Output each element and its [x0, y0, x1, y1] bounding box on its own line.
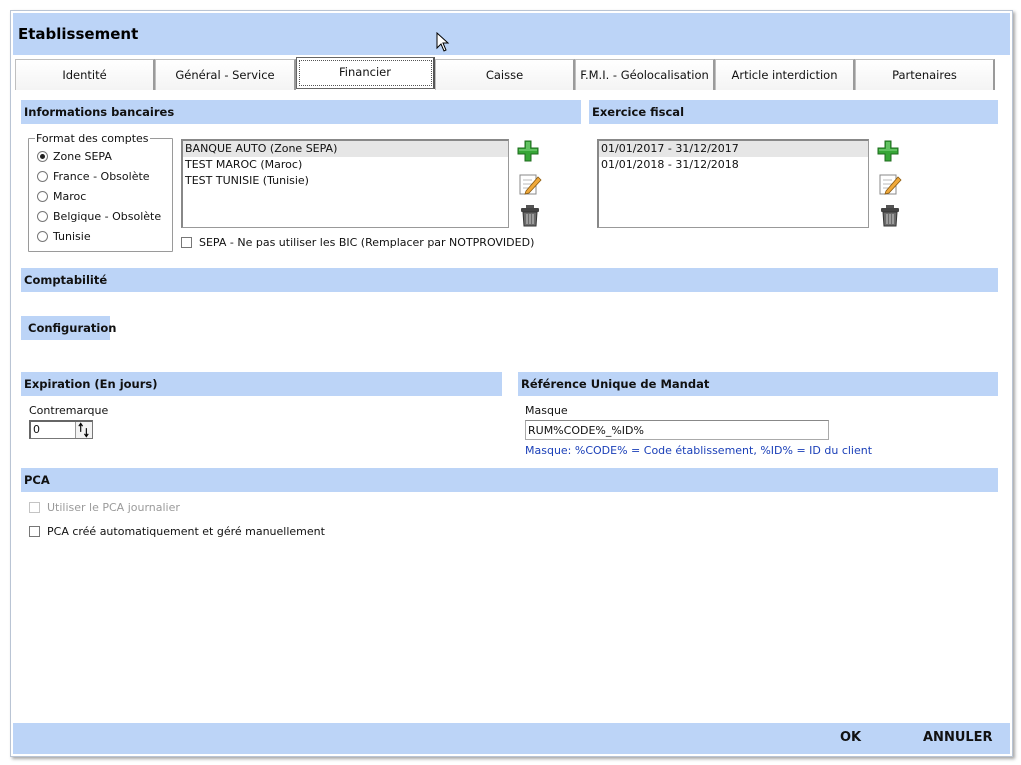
- edit-bank-account-icon[interactable]: [517, 171, 543, 197]
- radio-icon: [37, 191, 48, 202]
- format-label: France - Obsolète: [53, 170, 150, 183]
- expiration-section-header: Expiration (En jours): [21, 372, 502, 396]
- configuration-button[interactable]: Configuration: [21, 316, 116, 340]
- account-format-legend: Format des comptes: [35, 132, 150, 145]
- title-bar: Etablissement: [13, 13, 1010, 55]
- format-radio-france[interactable]: France - Obsolète: [37, 169, 150, 185]
- edit-fiscal-period-icon[interactable]: [877, 171, 903, 197]
- ok-button[interactable]: OK: [840, 730, 861, 745]
- mouse-cursor-icon: [436, 32, 450, 52]
- checkbox-icon: [181, 237, 192, 248]
- contremarque-spinner[interactable]: 0: [29, 420, 93, 439]
- tab-identite[interactable]: Identité: [15, 59, 155, 90]
- radio-checked-icon: [37, 151, 48, 162]
- radio-icon: [37, 211, 48, 222]
- sepa-no-bic-label: SEPA - Ne pas utiliser les BIC (Remplace…: [199, 236, 535, 249]
- mask-hint: Masque: %CODE% = Code établissement, %ID…: [525, 444, 873, 457]
- window-title: Etablissement: [18, 25, 139, 43]
- checkbox-icon: [29, 502, 40, 513]
- pca-section-header: PCA: [21, 468, 998, 492]
- tab-general-service[interactable]: Général - Service: [155, 59, 296, 90]
- pca-auto-label: PCA créé automatiquement et géré manuell…: [47, 525, 325, 538]
- add-bank-account-icon[interactable]: [515, 138, 541, 164]
- radio-icon: [37, 231, 48, 242]
- accounting-section-header: Comptabilité: [21, 268, 998, 292]
- bank-accounts-list[interactable]: BANQUE AUTO (Zone SEPA) TEST MAROC (Maro…: [181, 139, 509, 228]
- format-label: Zone SEPA: [53, 150, 112, 163]
- tab-partenaires[interactable]: Partenaires: [855, 59, 995, 90]
- list-item[interactable]: TEST MAROC (Maroc): [183, 157, 508, 173]
- format-label: Maroc: [53, 190, 87, 203]
- add-fiscal-period-icon[interactable]: [875, 138, 901, 164]
- mask-input[interactable]: RUM%CODE%_%ID%: [525, 420, 829, 440]
- format-label: Tunisie: [53, 230, 91, 243]
- tab-article-interdiction[interactable]: Article interdiction: [715, 59, 855, 90]
- tab-caisse[interactable]: Caisse: [435, 59, 575, 90]
- format-radio-tunisie[interactable]: Tunisie: [37, 229, 91, 245]
- tab-fmi-geolocalisation[interactable]: F.M.I. - Géolocalisation: [575, 59, 715, 90]
- tab-bar: Identité Général - Service Financier Cai…: [15, 57, 995, 91]
- pca-daily-checkbox: Utiliser le PCA journalier: [29, 500, 180, 516]
- account-format-group: Format des comptes Zone SEPA France - Ob…: [28, 132, 173, 252]
- fiscal-section-header: Exercice fiscal: [589, 100, 998, 124]
- contremarque-value: 0: [33, 423, 40, 436]
- rum-section-header: Référence Unique de Mandat: [518, 372, 998, 396]
- mask-label: Masque: [525, 404, 568, 417]
- establishment-dialog: Etablissement Identité Général - Service…: [10, 10, 1013, 757]
- list-item[interactable]: 01/01/2017 - 31/12/2017: [599, 141, 868, 157]
- list-item[interactable]: 01/01/2018 - 31/12/2018: [599, 157, 868, 173]
- list-item[interactable]: TEST TUNISIE (Tunisie): [183, 173, 508, 189]
- contremarque-label: Contremarque: [29, 404, 109, 417]
- list-item[interactable]: BANQUE AUTO (Zone SEPA): [183, 141, 508, 157]
- fiscal-periods-list[interactable]: 01/01/2017 - 31/12/2017 01/01/2018 - 31/…: [597, 139, 869, 228]
- pca-daily-label: Utiliser le PCA journalier: [47, 501, 180, 514]
- format-radio-zone-sepa[interactable]: Zone SEPA: [37, 149, 112, 165]
- sepa-no-bic-checkbox[interactable]: SEPA - Ne pas utiliser les BIC (Remplace…: [181, 235, 534, 251]
- format-radio-belgique[interactable]: Belgique - Obsolète: [37, 209, 161, 225]
- tab-financier[interactable]: Financier: [296, 57, 435, 89]
- delete-fiscal-period-icon[interactable]: [877, 203, 903, 229]
- cancel-button[interactable]: ANNULER: [923, 730, 993, 745]
- checkbox-icon: [29, 526, 40, 537]
- pca-auto-checkbox[interactable]: PCA créé automatiquement et géré manuell…: [29, 524, 325, 540]
- format-label: Belgique - Obsolète: [53, 210, 162, 223]
- spinner-arrows-icon[interactable]: [75, 422, 92, 438]
- dialog-footer: OK ANNULER: [13, 723, 1010, 754]
- format-radio-maroc[interactable]: Maroc: [37, 189, 86, 205]
- delete-bank-account-icon[interactable]: [517, 203, 543, 229]
- banking-section-header: Informations bancaires: [21, 100, 581, 124]
- radio-icon: [37, 171, 48, 182]
